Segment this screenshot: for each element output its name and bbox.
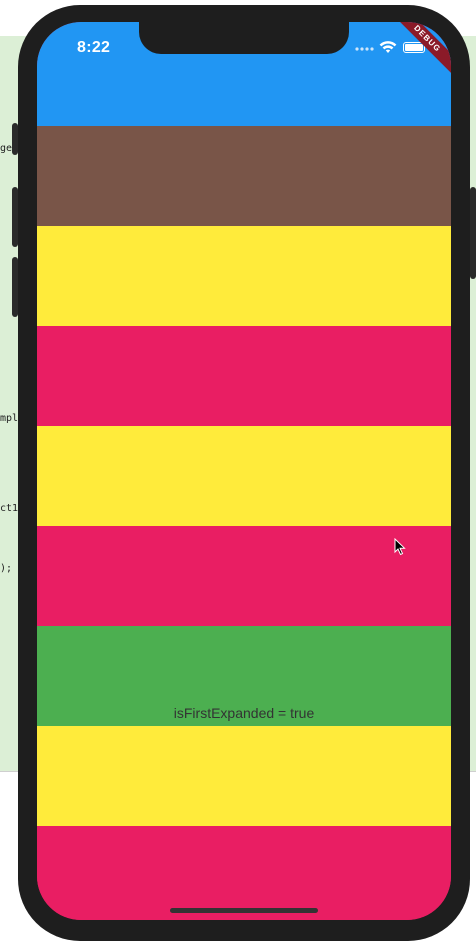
volume-down-button (12, 257, 18, 317)
code-fragment: mpl (0, 413, 19, 424)
battery-level (405, 44, 423, 51)
color-band (37, 226, 451, 326)
home-indicator[interactable] (170, 908, 318, 913)
code-fragment: ct1 (0, 503, 19, 514)
code-fragment: ); (0, 563, 13, 574)
status-time: 8:22 (77, 39, 111, 56)
status-bar: 8:22 DEBUG (37, 22, 451, 80)
expanded-state-label: isFirstExpanded = true (173, 705, 315, 721)
code-fragment: ge (0, 143, 13, 154)
color-band (37, 826, 451, 920)
phone-screen: 8:22 DEBUG isFirstExpanded = true (37, 22, 451, 920)
mute-switch (12, 123, 18, 155)
signal-icon (355, 47, 374, 51)
color-band (37, 326, 451, 426)
color-band (37, 726, 451, 826)
color-band (37, 526, 451, 626)
color-band (37, 126, 451, 226)
desktop: ge mpl ct1 ); 8:22 DEBUG isFirstExpanded… (0, 0, 476, 947)
mouse-pointer-icon (394, 538, 406, 556)
wifi-icon (379, 41, 397, 53)
power-button (470, 187, 476, 279)
notch (139, 22, 349, 54)
color-band (37, 426, 451, 526)
volume-up-button (12, 187, 18, 247)
